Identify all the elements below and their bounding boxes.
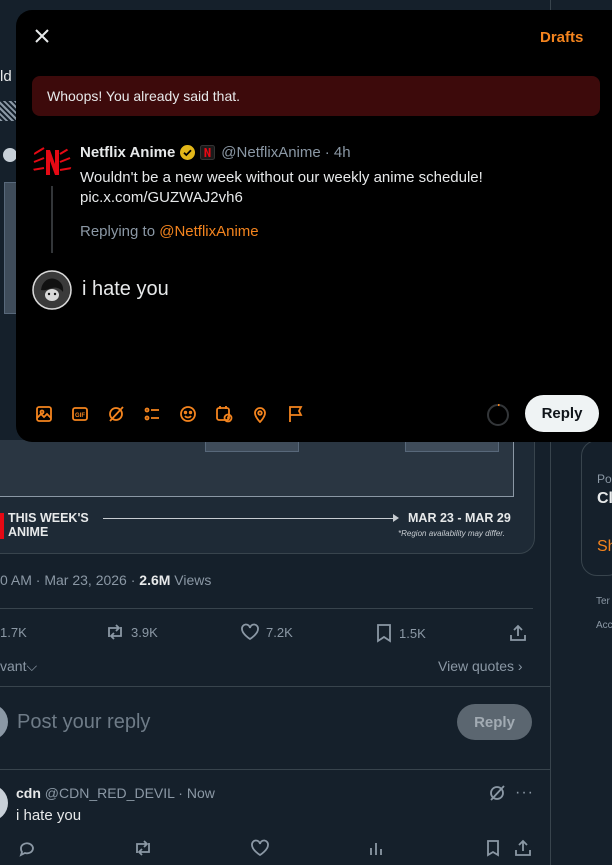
footer-link[interactable]: Acc: [596, 620, 612, 631]
character-counter: [486, 403, 510, 432]
banner-title: THIS WEEK'S ANIME: [8, 511, 89, 539]
schedule-icon[interactable]: [213, 403, 235, 425]
avatar: [0, 704, 8, 740]
alert-text: Whoops! You already said that.: [47, 88, 241, 104]
banner-date-range: MAR 23 - MAR 29: [408, 511, 511, 525]
arrow-head-icon: [393, 514, 399, 522]
gif-icon[interactable]: GIF: [69, 403, 91, 425]
user-avatar[interactable]: [32, 270, 72, 310]
view-quotes-link[interactable]: View quotes ›: [438, 658, 523, 674]
reply-share-button[interactable]: [514, 838, 532, 863]
reply-button-disabled[interactable]: Reply: [457, 704, 532, 740]
share-icon: [515, 839, 531, 856]
divider: [0, 769, 550, 770]
avatar-fragment: [3, 148, 17, 162]
repost-icon: [108, 624, 122, 640]
error-alert: Whoops! You already said that.: [32, 76, 600, 116]
replying-to: Replying to @NetflixAnime: [80, 223, 259, 240]
reply-text: i hate you: [16, 807, 82, 824]
analytics-icon: [370, 843, 382, 855]
quoted-time: · 4h: [324, 144, 351, 161]
netflix-avatar[interactable]: [32, 142, 72, 182]
share-button[interactable]: [508, 623, 528, 648]
grok-icon[interactable]: [105, 403, 127, 425]
replying-to-handle[interactable]: @NetflixAnime: [159, 223, 258, 240]
sort-dropdown[interactable]: vant⌵: [0, 658, 37, 675]
comment-icon: [19, 842, 34, 857]
user-avatar-icon: [32, 270, 72, 310]
more-icon[interactable]: ···: [515, 784, 534, 802]
reply-analytics-button[interactable]: [368, 839, 384, 862]
reply-input[interactable]: i hate you: [82, 278, 169, 301]
divider: [0, 608, 533, 609]
reply-composer-input[interactable]: Post your reply: [17, 711, 150, 734]
close-button[interactable]: [33, 27, 51, 45]
reply-repost-button[interactable]: [133, 839, 153, 862]
reply-header: cdn @CDN_RED_DEVIL · Now: [16, 785, 215, 801]
bookmark-icon: [377, 624, 391, 643]
svg-text:GIF: GIF: [75, 413, 85, 419]
right-panel-title: Cl: [597, 490, 612, 507]
netflix-logo-fragment: [0, 513, 4, 539]
thread-line: [51, 186, 53, 253]
flag-icon[interactable]: [285, 403, 307, 425]
post-text-fragment: ld: [0, 68, 12, 85]
drafts-button[interactable]: Drafts: [540, 29, 583, 46]
close-icon: [35, 29, 49, 43]
pattern-icon: [0, 101, 16, 121]
right-panel-link[interactable]: Sh: [597, 538, 612, 556]
quoted-handle[interactable]: @NetflixAnime: [221, 144, 320, 161]
banner-arrow: [103, 518, 397, 519]
footer-link[interactable]: Ter: [596, 596, 610, 607]
image-icon[interactable]: [33, 403, 55, 425]
repost-icon: [136, 840, 150, 856]
quoted-header: Netflix Anime @NetflixAnime · 4h: [80, 144, 351, 161]
heart-icon: [251, 839, 269, 857]
like-button[interactable]: 7.2K: [240, 623, 293, 641]
banner-disclaimer: *Region availability may differ.: [398, 529, 505, 538]
progress-ring-icon: [487, 404, 509, 426]
grok-button[interactable]: [488, 784, 506, 807]
quoted-name[interactable]: Netflix Anime: [80, 144, 175, 161]
bookmark-icon: [487, 840, 499, 857]
verified-gold-icon: [180, 145, 196, 160]
post-meta: 0 AM · Mar 23, 2026 · 2.6M Views: [0, 572, 212, 588]
netflix-logo-icon: [32, 147, 72, 175]
grok-icon: [490, 785, 505, 801]
netflix-badge-icon: [200, 145, 216, 160]
right-panel-label: Po: [597, 472, 612, 486]
quoted-text: Wouldn't be a new week without our weekl…: [80, 169, 483, 208]
location-icon[interactable]: [249, 403, 271, 425]
share-icon: [510, 624, 526, 641]
replies-stat[interactable]: 1.7K: [0, 625, 27, 640]
reply-bookmark-button[interactable]: [485, 839, 501, 862]
reply-comment-button[interactable]: [18, 839, 36, 862]
poll-icon[interactable]: [141, 403, 163, 425]
reply-submit-button[interactable]: Reply: [525, 395, 599, 432]
quoted-link[interactable]: pic.x.com/GUZWAJ2vh6: [80, 188, 483, 208]
composer-toolbar: GIF: [33, 403, 307, 425]
reply-like-button[interactable]: [250, 839, 270, 862]
heart-icon: [241, 623, 259, 641]
avatar: [0, 785, 8, 821]
bookmark-button[interactable]: 1.5K: [375, 623, 426, 643]
repost-button[interactable]: 3.9K: [105, 623, 158, 641]
emoji-icon[interactable]: [177, 403, 199, 425]
divider: [0, 686, 550, 687]
